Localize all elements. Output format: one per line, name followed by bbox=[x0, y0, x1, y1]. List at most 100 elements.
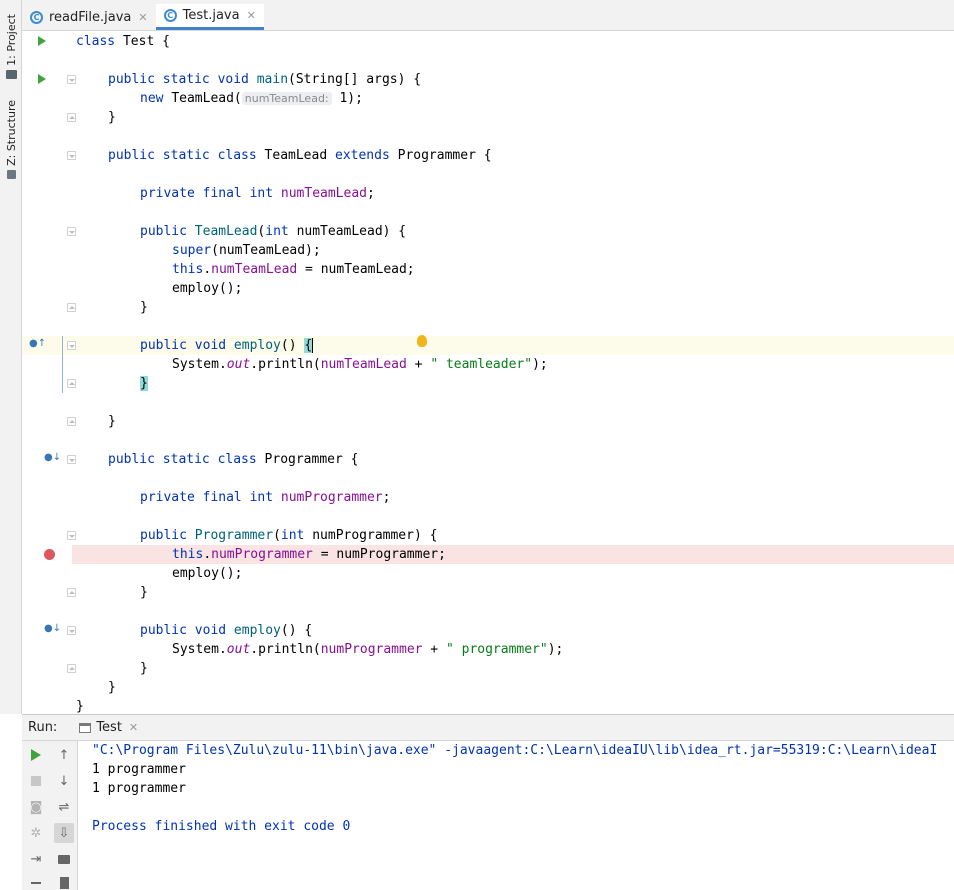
structure-icon bbox=[6, 169, 16, 179]
overrides-method-icon[interactable]: ●↑ bbox=[29, 338, 46, 349]
pin-button[interactable] bbox=[26, 873, 46, 890]
run-toolbar: ↑ ↓ ◙ ⇌ ✲ ⇩ ⇥ bbox=[22, 741, 78, 890]
code-line: super(numTeamLead); bbox=[172, 243, 321, 258]
code-line: class Test { bbox=[76, 34, 170, 49]
fold-marker[interactable] bbox=[67, 455, 76, 464]
run-panel-title: Run: bbox=[28, 720, 58, 735]
change-marker bbox=[62, 336, 63, 393]
close-icon[interactable]: ✕ bbox=[129, 721, 138, 734]
structure-tool-label: Z: Structure bbox=[4, 100, 18, 166]
implemented-method-icon[interactable]: ●↓ bbox=[44, 623, 61, 634]
clear-button[interactable] bbox=[54, 873, 74, 890]
code-line: } bbox=[140, 661, 148, 676]
code-line: } bbox=[140, 300, 148, 315]
stop-button[interactable] bbox=[26, 771, 46, 791]
close-icon[interactable]: ✕ bbox=[138, 11, 147, 24]
print-button[interactable] bbox=[54, 849, 74, 869]
settings-button[interactable]: ✲ bbox=[26, 823, 46, 843]
fold-marker[interactable] bbox=[67, 341, 76, 350]
tool-window-strip: 1: Project Z: Structure bbox=[0, 0, 22, 714]
fold-marker[interactable] bbox=[67, 303, 76, 312]
console-exit-line: Process finished with exit code 0 bbox=[92, 819, 351, 834]
console-icon bbox=[79, 722, 92, 733]
run-class-icon[interactable] bbox=[38, 36, 46, 46]
tab-readfile[interactable]: C readFile.java ✕ bbox=[22, 4, 156, 30]
fold-marker[interactable] bbox=[67, 417, 76, 426]
run-tab-label: Test bbox=[96, 720, 122, 735]
code-line: } bbox=[108, 414, 116, 429]
dump-threads-button[interactable]: ◙ bbox=[26, 797, 46, 817]
exit-button[interactable]: ⇥ bbox=[26, 849, 46, 869]
fold-marker[interactable] bbox=[67, 379, 76, 388]
project-tool-button[interactable]: 1: Project bbox=[2, 14, 20, 79]
code-line: } bbox=[140, 376, 148, 391]
fold-marker[interactable] bbox=[67, 626, 76, 635]
code-line: } bbox=[140, 585, 148, 600]
fold-marker[interactable] bbox=[67, 151, 76, 160]
project-tool-label: 1: Project bbox=[4, 14, 18, 66]
stop-icon bbox=[31, 776, 41, 786]
run-tab-test[interactable]: Test ✕ bbox=[79, 720, 138, 735]
code-line: public void employ() { bbox=[140, 338, 314, 353]
code-line: public void employ() { bbox=[140, 623, 313, 638]
fold-marker[interactable] bbox=[67, 531, 76, 540]
soft-wrap-icon: ⇌ bbox=[58, 799, 70, 815]
code-line: public static void main(String[] args) { bbox=[108, 72, 422, 87]
fold-marker[interactable] bbox=[67, 113, 76, 122]
structure-tool-button[interactable]: Z: Structure bbox=[2, 100, 20, 179]
scroll-to-end-icon: ⇩ bbox=[58, 825, 70, 841]
exit-icon: ⇥ bbox=[30, 851, 42, 867]
pin-icon bbox=[31, 882, 41, 884]
code-line: public Programmer(int numProgrammer) { bbox=[140, 528, 438, 543]
console-output[interactable]: "C:\Program Files\Zulu\zulu-11\bin\java.… bbox=[92, 741, 954, 890]
fold-marker[interactable] bbox=[67, 664, 76, 673]
scroll-to-end-button[interactable]: ⇩ bbox=[54, 823, 74, 843]
console-command-line: "C:\Program Files\Zulu\zulu-11\bin\java.… bbox=[92, 743, 938, 758]
trash-icon bbox=[59, 877, 69, 889]
fold-marker[interactable] bbox=[67, 227, 76, 236]
lightbulb-icon[interactable] bbox=[417, 335, 427, 347]
editor-gutter bbox=[22, 32, 72, 714]
arrow-up-icon: ↑ bbox=[58, 747, 70, 763]
code-line: System.out.println(numTeamLead + " teaml… bbox=[172, 357, 548, 372]
soft-wrap-button[interactable]: ⇌ bbox=[54, 797, 74, 817]
printer-icon bbox=[58, 854, 70, 864]
code-line: employ(); bbox=[172, 566, 243, 581]
tab-label: Test.java bbox=[182, 8, 240, 23]
tab-test[interactable]: C Test.java ✕ bbox=[155, 4, 264, 30]
close-icon[interactable]: ✕ bbox=[247, 9, 256, 22]
fold-marker[interactable] bbox=[67, 75, 76, 84]
code-line: private final int numTeamLead; bbox=[140, 186, 375, 201]
parameter-hint: numTeamLead: bbox=[241, 92, 332, 105]
code-line: private final int numProgrammer; bbox=[140, 490, 391, 505]
code-line: } bbox=[76, 699, 84, 714]
tab-label: readFile.java bbox=[49, 9, 132, 25]
code-line: this.numTeamLead = numTeamLead; bbox=[172, 262, 415, 277]
java-class-icon: C bbox=[30, 10, 43, 24]
run-main-icon[interactable] bbox=[38, 74, 46, 84]
code-line: new TeamLead(numTeamLead: 1); bbox=[140, 91, 363, 106]
code-line: public static class TeamLead extends Pro… bbox=[108, 148, 492, 163]
code-editor[interactable]: ●↑ ●↓ ●↓ class Test { public static void… bbox=[22, 32, 954, 714]
scroll-up-button[interactable]: ↑ bbox=[54, 745, 74, 765]
gear-icon: ✲ bbox=[30, 825, 42, 841]
code-line: public static class Programmer { bbox=[108, 452, 359, 467]
editor-tab-bar: C readFile.java ✕ C Test.java ✕ bbox=[22, 0, 954, 31]
code-line: this.numProgrammer = numProgrammer; bbox=[172, 547, 446, 562]
code-line: public TeamLead(int numTeamLead) { bbox=[140, 224, 407, 239]
console-output-line: 1 programmer bbox=[92, 781, 186, 796]
run-panel-header: Run: Test ✕ bbox=[22, 714, 954, 741]
java-class-icon: C bbox=[163, 9, 177, 22]
fold-marker[interactable] bbox=[67, 588, 76, 597]
rerun-button[interactable] bbox=[26, 745, 46, 765]
implemented-method-icon[interactable]: ●↓ bbox=[44, 452, 61, 463]
code-line: System.out.println(numProgrammer + " pro… bbox=[172, 642, 564, 657]
console-output-line: 1 programmer bbox=[92, 762, 186, 777]
code-line: } bbox=[108, 110, 116, 125]
camera-icon: ◙ bbox=[29, 799, 43, 815]
scroll-down-button[interactable]: ↓ bbox=[54, 771, 74, 791]
code-line: employ(); bbox=[172, 281, 243, 296]
folder-icon bbox=[5, 69, 17, 79]
arrow-down-icon: ↓ bbox=[58, 773, 70, 789]
breakpoint-icon[interactable] bbox=[44, 549, 55, 560]
